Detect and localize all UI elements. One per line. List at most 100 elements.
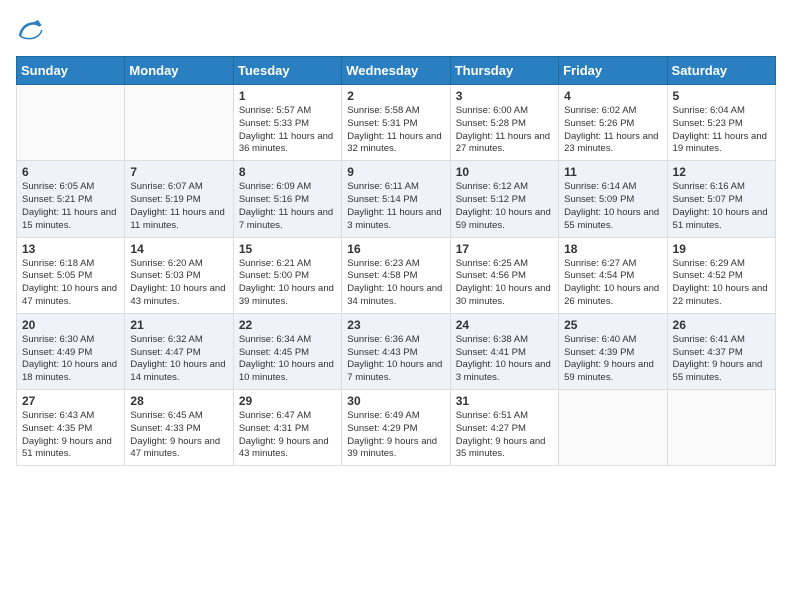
day-number: 23 xyxy=(347,318,444,332)
day-info: Sunrise: 6:38 AMSunset: 4:41 PMDaylight:… xyxy=(456,334,553,385)
calendar-cell: 20 Sunrise: 6:30 AMSunset: 4:49 PMDayligh… xyxy=(17,313,125,389)
calendar-cell: 25 Sunrise: 6:40 AMSunset: 4:39 PMDayligh… xyxy=(559,313,667,389)
day-info: Sunrise: 5:58 AMSunset: 5:31 PMDaylight:… xyxy=(347,105,444,156)
day-info: Sunrise: 6:41 AMSunset: 4:37 PMDaylight:… xyxy=(673,334,770,385)
calendar-cell: 31 Sunrise: 6:51 AMSunset: 4:27 PMDayligh… xyxy=(450,390,558,466)
calendar-week-3: 13 Sunrise: 6:18 AMSunset: 5:05 PMDayligh… xyxy=(17,237,776,313)
calendar-cell xyxy=(667,390,775,466)
day-number: 17 xyxy=(456,242,553,256)
day-number: 14 xyxy=(130,242,227,256)
calendar-week-5: 27Sunrise: 6:43 AMSunset: 4:35 PMDayligh… xyxy=(17,390,776,466)
day-number: 31 xyxy=(456,394,553,408)
day-info: Sunrise: 6:49 AMSunset: 4:29 PMDaylight:… xyxy=(347,410,444,461)
day-number: 15 xyxy=(239,242,336,256)
day-number: 26 xyxy=(673,318,770,332)
day-number: 9 xyxy=(347,165,444,179)
day-info: Sunrise: 6:07 AMSunset: 5:19 PMDaylight:… xyxy=(130,181,227,232)
calendar-cell: 23 Sunrise: 6:36 AMSunset: 4:43 PMDayligh… xyxy=(342,313,450,389)
day-info: Sunrise: 6:25 AMSunset: 4:56 PMDaylight:… xyxy=(456,258,553,309)
calendar-cell: 21Sunrise: 6:32 AMSunset: 4:47 PMDayligh… xyxy=(125,313,233,389)
day-info: Sunrise: 6:23 AMSunset: 4:58 PMDaylight:… xyxy=(347,258,444,309)
day-info: Sunrise: 6:14 AMSunset: 5:09 PMDaylight:… xyxy=(564,181,661,232)
calendar-cell: 15 Sunrise: 6:21 AMSunset: 5:00 PMDayligh… xyxy=(233,237,341,313)
calendar-cell: 18 Sunrise: 6:27 AMSunset: 4:54 PMDayligh… xyxy=(559,237,667,313)
weekday-header-tuesday: Tuesday xyxy=(233,57,341,85)
weekday-header-sunday: Sunday xyxy=(17,57,125,85)
weekday-header-friday: Friday xyxy=(559,57,667,85)
day-number: 7 xyxy=(130,165,227,179)
day-number: 28 xyxy=(130,394,227,408)
calendar-cell: 5Sunrise: 6:04 AMSunset: 5:23 PMDaylight… xyxy=(667,85,775,161)
calendar-cell: 9 Sunrise: 6:11 AMSunset: 5:14 PMDaylight… xyxy=(342,161,450,237)
calendar-cell: 12 Sunrise: 6:16 AMSunset: 5:07 PMDayligh… xyxy=(667,161,775,237)
calendar-cell: 7 Sunrise: 6:07 AMSunset: 5:19 PMDaylight… xyxy=(125,161,233,237)
day-number: 12 xyxy=(673,165,770,179)
page-container: SundayMondayTuesdayWednesdayThursdayFrid… xyxy=(0,0,792,474)
day-info: Sunrise: 6:21 AMSunset: 5:00 PMDaylight:… xyxy=(239,258,336,309)
day-number: 11 xyxy=(564,165,661,179)
day-number: 24 xyxy=(456,318,553,332)
weekday-header-monday: Monday xyxy=(125,57,233,85)
day-info: Sunrise: 6:47 AMSunset: 4:31 PMDaylight:… xyxy=(239,410,336,461)
weekday-header-thursday: Thursday xyxy=(450,57,558,85)
weekday-header-saturday: Saturday xyxy=(667,57,775,85)
day-info: Sunrise: 6:12 AMSunset: 5:12 PMDaylight:… xyxy=(456,181,553,232)
day-number: 10 xyxy=(456,165,553,179)
day-number: 5 xyxy=(673,89,770,103)
day-info: Sunrise: 6:00 AMSunset: 5:28 PMDaylight:… xyxy=(456,105,553,156)
day-info: Sunrise: 6:27 AMSunset: 4:54 PMDaylight:… xyxy=(564,258,661,309)
day-info: Sunrise: 6:34 AMSunset: 4:45 PMDaylight:… xyxy=(239,334,336,385)
day-number: 22 xyxy=(239,318,336,332)
day-info: Sunrise: 6:45 AMSunset: 4:33 PMDaylight:… xyxy=(130,410,227,461)
day-number: 6 xyxy=(22,165,119,179)
calendar-cell: 28 Sunrise: 6:45 AMSunset: 4:33 PMDayligh… xyxy=(125,390,233,466)
day-number: 1 xyxy=(239,89,336,103)
calendar-table: SundayMondayTuesdayWednesdayThursdayFrid… xyxy=(16,56,776,466)
day-info: Sunrise: 6:16 AMSunset: 5:07 PMDaylight:… xyxy=(673,181,770,232)
day-number: 13 xyxy=(22,242,119,256)
calendar-cell: 2 Sunrise: 5:58 AMSunset: 5:31 PMDaylight… xyxy=(342,85,450,161)
day-number: 8 xyxy=(239,165,336,179)
calendar-cell: 10 Sunrise: 6:12 AMSunset: 5:12 PMDayligh… xyxy=(450,161,558,237)
day-info: Sunrise: 6:05 AMSunset: 5:21 PMDaylight:… xyxy=(22,181,119,232)
calendar-cell: 27Sunrise: 6:43 AMSunset: 4:35 PMDayligh… xyxy=(17,390,125,466)
day-number: 4 xyxy=(564,89,661,103)
calendar-cell: 16Sunrise: 6:23 AMSunset: 4:58 PMDayligh… xyxy=(342,237,450,313)
calendar-cell: 29 Sunrise: 6:47 AMSunset: 4:31 PMDayligh… xyxy=(233,390,341,466)
day-number: 19 xyxy=(673,242,770,256)
calendar-cell: 4 Sunrise: 6:02 AMSunset: 5:26 PMDaylight… xyxy=(559,85,667,161)
page-header xyxy=(16,16,776,44)
logo-icon xyxy=(16,16,44,44)
day-info: Sunrise: 6:30 AMSunset: 4:49 PMDaylight:… xyxy=(22,334,119,385)
calendar-week-1: 1 Sunrise: 5:57 AMSunset: 5:33 PMDaylight… xyxy=(17,85,776,161)
day-info: Sunrise: 6:20 AMSunset: 5:03 PMDaylight:… xyxy=(130,258,227,309)
day-info: Sunrise: 6:40 AMSunset: 4:39 PMDaylight:… xyxy=(564,334,661,385)
calendar-cell: 26 Sunrise: 6:41 AMSunset: 4:37 PMDayligh… xyxy=(667,313,775,389)
day-info: Sunrise: 6:51 AMSunset: 4:27 PMDaylight:… xyxy=(456,410,553,461)
day-number: 2 xyxy=(347,89,444,103)
day-number: 20 xyxy=(22,318,119,332)
day-info: Sunrise: 6:18 AMSunset: 5:05 PMDaylight:… xyxy=(22,258,119,309)
calendar-cell: 6 Sunrise: 6:05 AMSunset: 5:21 PMDaylight… xyxy=(17,161,125,237)
day-info: Sunrise: 6:29 AMSunset: 4:52 PMDaylight:… xyxy=(673,258,770,309)
weekday-header-wednesday: Wednesday xyxy=(342,57,450,85)
calendar-cell xyxy=(17,85,125,161)
day-info: Sunrise: 5:57 AMSunset: 5:33 PMDaylight:… xyxy=(239,105,336,156)
day-info: Sunrise: 6:09 AMSunset: 5:16 PMDaylight:… xyxy=(239,181,336,232)
calendar-cell: 19 Sunrise: 6:29 AMSunset: 4:52 PMDayligh… xyxy=(667,237,775,313)
calendar-cell: 24 Sunrise: 6:38 AMSunset: 4:41 PMDayligh… xyxy=(450,313,558,389)
calendar-cell xyxy=(559,390,667,466)
day-number: 29 xyxy=(239,394,336,408)
day-number: 25 xyxy=(564,318,661,332)
day-info: Sunrise: 6:02 AMSunset: 5:26 PMDaylight:… xyxy=(564,105,661,156)
calendar-cell: 13 Sunrise: 6:18 AMSunset: 5:05 PMDayligh… xyxy=(17,237,125,313)
day-info: Sunrise: 6:11 AMSunset: 5:14 PMDaylight:… xyxy=(347,181,444,232)
calendar-cell: 22 Sunrise: 6:34 AMSunset: 4:45 PMDayligh… xyxy=(233,313,341,389)
calendar-week-4: 20 Sunrise: 6:30 AMSunset: 4:49 PMDayligh… xyxy=(17,313,776,389)
day-info: Sunrise: 6:43 AMSunset: 4:35 PMDaylight:… xyxy=(22,410,119,461)
day-number: 3 xyxy=(456,89,553,103)
day-info: Sunrise: 6:36 AMSunset: 4:43 PMDaylight:… xyxy=(347,334,444,385)
day-number: 30 xyxy=(347,394,444,408)
day-number: 18 xyxy=(564,242,661,256)
calendar-cell: 17 Sunrise: 6:25 AMSunset: 4:56 PMDayligh… xyxy=(450,237,558,313)
